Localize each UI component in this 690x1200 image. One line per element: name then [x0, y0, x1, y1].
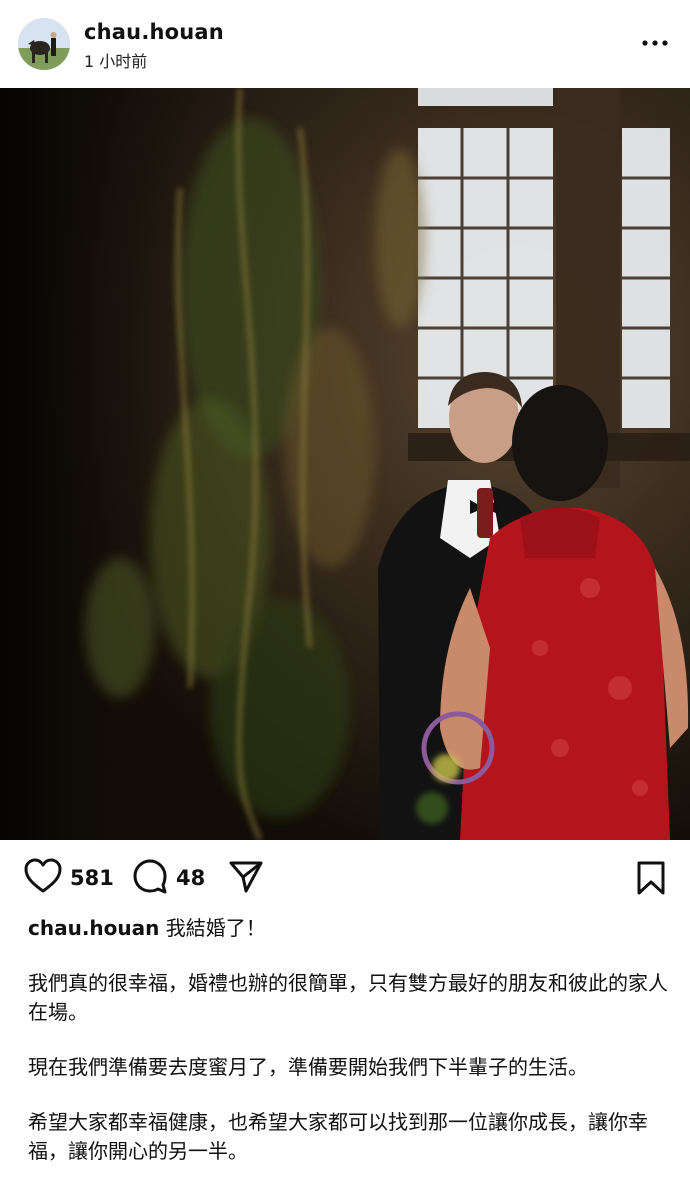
action-bar: 581 48 — [0, 848, 690, 910]
post-caption: chau.houan 我結婚了！ 我們真的很幸福，婚禮也辦的很簡單，只有雙方最好… — [28, 914, 668, 1192]
more-options-icon[interactable] — [640, 28, 670, 58]
avatar[interactable] — [18, 18, 70, 70]
caption-paragraph: 希望大家都幸福健康，也希望大家都可以找到那一位讓你成長，讓你幸福，讓你開心的另一… — [28, 1110, 648, 1163]
caption-paragraph: 現在我們準備要去度蜜月了，準備要開始我們下半輩子的生活。 — [28, 1055, 588, 1079]
username[interactable]: chau.houan — [84, 20, 224, 44]
caption-headline-text: 我結婚了！ — [159, 916, 266, 940]
comment-button[interactable]: 48 — [132, 858, 205, 898]
heart-icon[interactable] — [24, 858, 62, 898]
share-button[interactable] — [228, 858, 264, 898]
bookmark-icon[interactable] — [636, 860, 666, 900]
caption-paragraph: 我們真的很幸福，婚禮也辦的很簡單，只有雙方最好的朋友和彼此的家人在場。 — [28, 971, 668, 1024]
post-header: chau.houan 1 小时前 — [0, 0, 690, 88]
like-button[interactable]: 581 — [24, 858, 114, 898]
caption-username[interactable]: chau.houan — [28, 916, 159, 940]
post-photo[interactable] — [0, 88, 690, 840]
caption-headline: chau.houan 我結婚了！ — [28, 914, 668, 943]
like-count[interactable]: 581 — [70, 866, 114, 890]
paper-plane-icon[interactable] — [228, 858, 264, 898]
comment-count[interactable]: 48 — [176, 866, 205, 890]
post-timestamp: 1 小时前 — [84, 52, 148, 71]
comment-bubble-icon[interactable] — [132, 858, 168, 898]
